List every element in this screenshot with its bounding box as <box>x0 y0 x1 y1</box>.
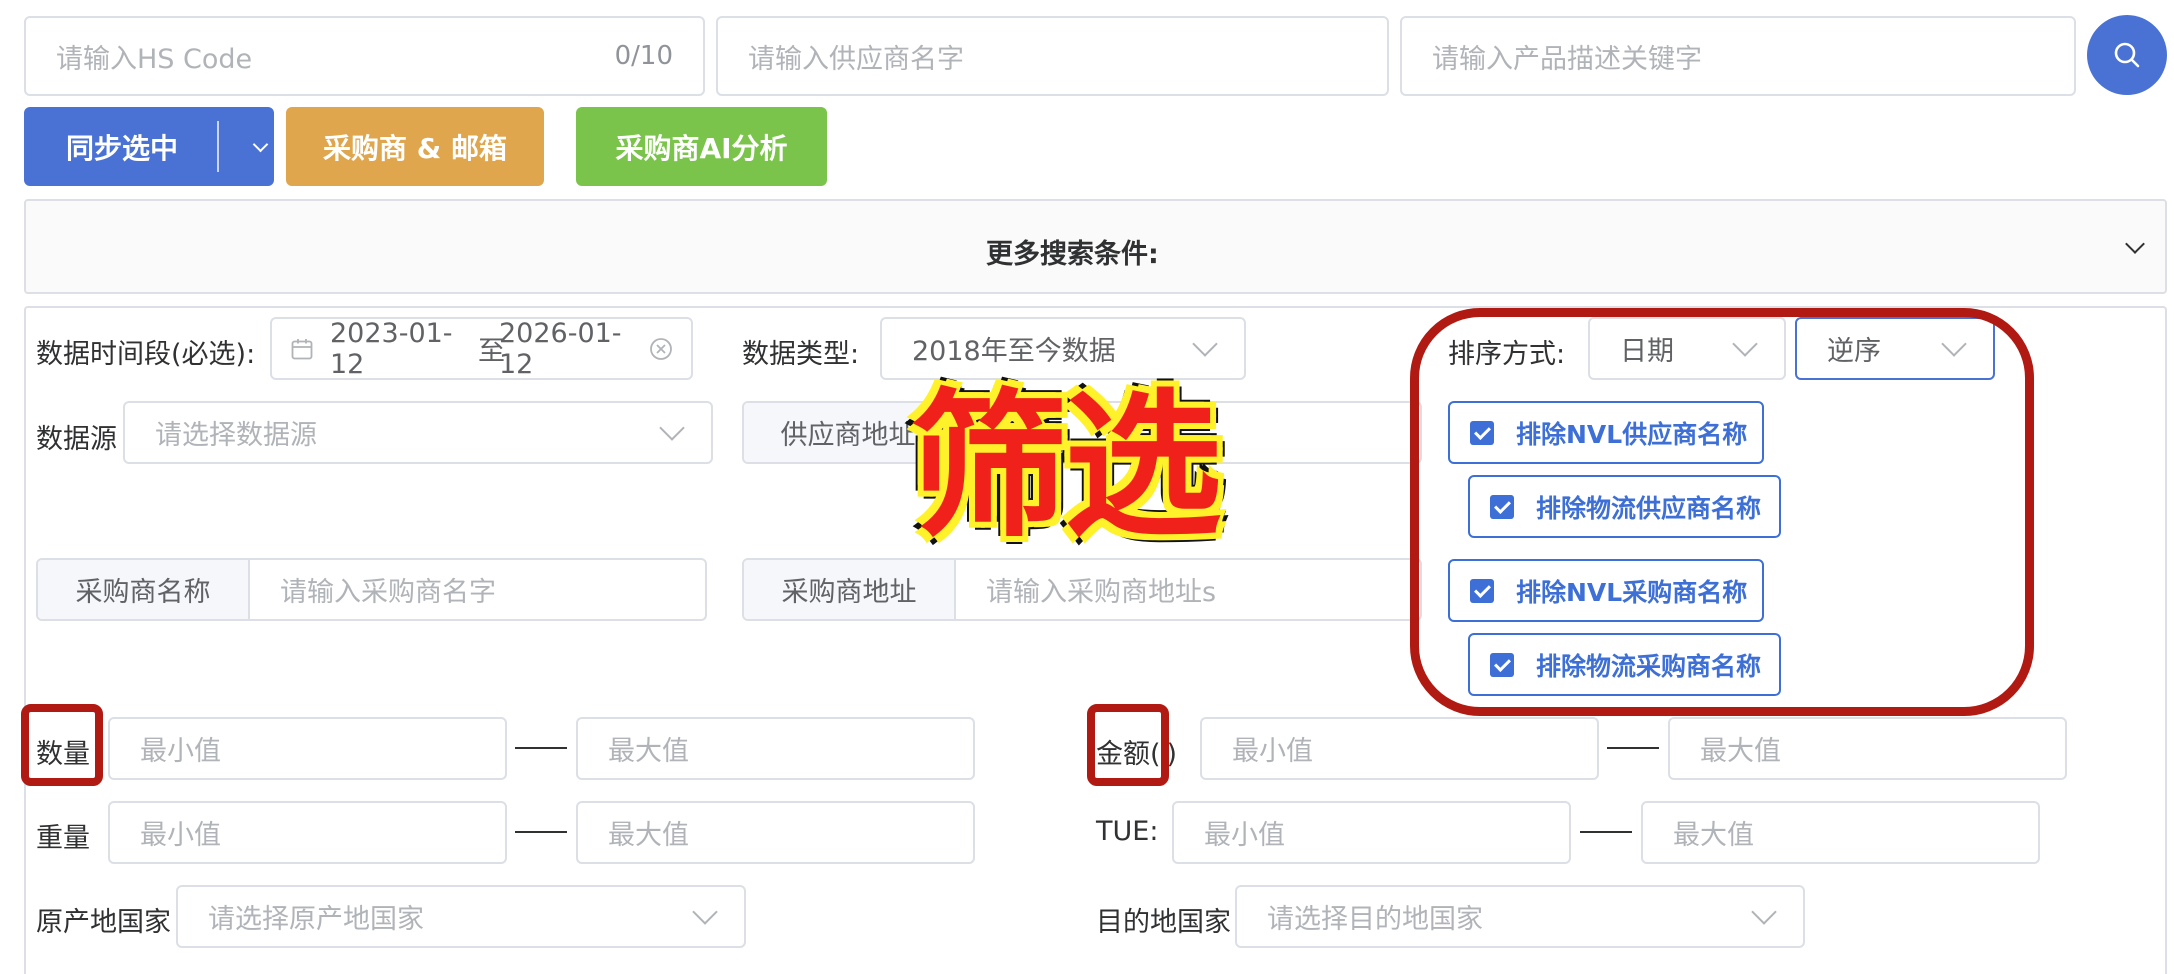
buyer-address-group[interactable]: 采购商地址 请输入采购商地址s <box>742 558 1422 621</box>
quantity-highlight-box <box>21 704 103 786</box>
product-keyword-placeholder: 请输入产品描述关键字 <box>1432 43 1702 75</box>
buyer-address-input[interactable]: 请输入采购商地址s <box>956 560 1420 619</box>
date-end-value: 2026-01-12 <box>499 317 622 380</box>
data-source-label: 数据源 <box>36 424 117 455</box>
buyer-address-prefix: 采购商地址 <box>744 560 956 619</box>
buyer-email-label: 采购商 & 邮箱 <box>323 131 507 165</box>
filter-overlay-text: 筛选 <box>907 375 1226 559</box>
buyer-email-button[interactable]: 采购商 & 邮箱 <box>286 107 544 186</box>
weight-max-input[interactable]: 最大值 <box>576 801 975 864</box>
max-placeholder: 最大值 <box>608 820 689 851</box>
dest-country-label: 目的地国家 <box>1096 907 1231 938</box>
sync-selected-label: 同步选中 <box>66 131 179 165</box>
search-icon <box>2114 42 2140 68</box>
max-placeholder: 最大值 <box>1673 820 1754 851</box>
teu-label: TUE: <box>1096 816 1159 847</box>
date-range-picker[interactable]: 2023-01-12 至 2026-01-12 <box>270 317 693 380</box>
sync-selected-button[interactable]: 同步选中 <box>24 107 274 186</box>
button-divider <box>217 121 219 172</box>
chevron-down-icon <box>1192 330 1218 357</box>
origin-country-label: 原产地国家 <box>36 907 171 938</box>
data-source-placeholder: 请选择数据源 <box>155 420 317 451</box>
hs-code-counter: 0/10 <box>614 41 673 71</box>
max-placeholder: 最大值 <box>1700 736 1781 767</box>
more-conditions-title: 更多搜索条件: <box>986 239 1159 270</box>
weight-label: 重量 <box>36 823 90 854</box>
chevron-down-icon <box>2125 234 2145 254</box>
origin-country-placeholder: 请选择原产地国家 <box>208 904 424 935</box>
exclusion-highlight-oval <box>1410 308 2034 716</box>
calendar-icon <box>291 338 313 359</box>
min-placeholder: 最小值 <box>1232 736 1313 767</box>
origin-country-select[interactable]: 请选择原产地国家 <box>176 885 746 948</box>
date-start-value: 2023-01-12 <box>330 317 453 380</box>
supplier-name-placeholder: 请输入供应商名字 <box>748 43 964 75</box>
min-placeholder: 最小值 <box>140 820 221 851</box>
date-range-label: 数据时间段(必选): <box>36 339 256 370</box>
chevron-down-icon <box>659 414 685 441</box>
range-dash <box>1607 747 1659 749</box>
weight-min-input[interactable]: 最小值 <box>108 801 507 864</box>
chevron-down-icon[interactable] <box>252 136 269 153</box>
buyer-name-input[interactable]: 请输入采购商名字 <box>250 560 705 619</box>
teu-max-input[interactable]: 最大值 <box>1641 801 2040 864</box>
supplier-name-input[interactable]: 请输入供应商名字 <box>716 16 1389 96</box>
dest-country-placeholder: 请选择目的地国家 <box>1267 904 1483 935</box>
buyer-ai-button[interactable]: 采购商AI分析 <box>576 107 827 186</box>
more-conditions-toggle[interactable]: 更多搜索条件: <box>24 199 2167 294</box>
clear-icon[interactable] <box>649 337 673 361</box>
range-dash <box>1580 831 1632 833</box>
quantity-min-input[interactable]: 最小值 <box>108 717 507 780</box>
amount-min-input[interactable]: 最小值 <box>1200 717 1599 780</box>
amount-max-input[interactable]: 最大值 <box>1668 717 2067 780</box>
data-type-select[interactable]: 2018年至今数据 <box>880 317 1246 380</box>
range-dash <box>515 831 567 833</box>
product-keyword-input[interactable]: 请输入产品描述关键字 <box>1400 16 2076 96</box>
data-type-label: 数据类型: <box>742 339 860 370</box>
buyer-name-group[interactable]: 采购商名称 请输入采购商名字 <box>36 558 707 621</box>
max-placeholder: 最大值 <box>608 736 689 767</box>
chevron-down-icon <box>692 898 718 925</box>
hs-code-input[interactable]: 请输入HS Code 0/10 <box>24 16 705 96</box>
search-button[interactable] <box>2087 15 2167 95</box>
chevron-down-icon <box>1751 898 1777 925</box>
amount-highlight-box <box>1087 704 1169 786</box>
buyer-ai-label: 采购商AI分析 <box>615 131 788 165</box>
min-placeholder: 最小值 <box>140 736 221 767</box>
data-source-select[interactable]: 请选择数据源 <box>123 401 713 464</box>
buyer-name-prefix: 采购商名称 <box>38 560 250 619</box>
min-placeholder: 最小值 <box>1204 820 1285 851</box>
hs-code-placeholder: 请输入HS Code <box>56 43 253 75</box>
data-type-value: 2018年至今数据 <box>912 336 1116 367</box>
quantity-max-input[interactable]: 最大值 <box>576 717 975 780</box>
teu-min-input[interactable]: 最小值 <box>1172 801 1571 864</box>
dest-country-select[interactable]: 请选择目的地国家 <box>1235 885 1805 948</box>
range-dash <box>515 747 567 749</box>
